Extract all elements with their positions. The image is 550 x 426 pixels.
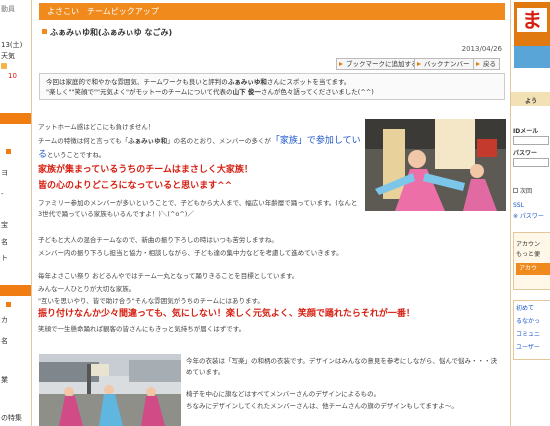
left-item-3[interactable]: 宝	[1, 220, 8, 230]
intro-text: さんにスポットを当てます。	[266, 78, 351, 86]
right-sidebar: ま よう IDメール パスワー 次回 SSL ※ パスワー アカウン もっと便 …	[510, 0, 550, 426]
paragraph: "互いを思いやり、皆で助け合う"そんな雰囲気がうちのチームにはあります。	[38, 297, 264, 305]
left-section-bar-2	[0, 285, 31, 296]
left-temp-text: 10	[8, 72, 17, 80]
paragraph: みんな一人ひとりが大切な家族。	[38, 285, 136, 293]
arrow-right-icon	[476, 62, 480, 66]
links-box: 初めて るなかっ コミュニ ユーザー	[513, 300, 550, 360]
left-bullet-icon	[6, 149, 11, 154]
intro-text: "楽しく""笑顔で""元気よく"がモットーのチームについて代表の	[46, 88, 233, 96]
paragraph: 今年の衣装は「写楽」の和柄の衣装です。デザインはみんなの意見を参考にしながら、悩…	[186, 357, 498, 365]
paragraph: チームの特徴は何と言っても「ふぁみぃゆ和」の名のとおり、メンバーの多くが「家族」…	[38, 136, 361, 146]
paragraph: ファミリー参加のメンバーが多いということで、子どもから大人まで、幅広い年齢層で踊…	[38, 199, 358, 207]
paragraph: 椅子を中心に旗などはすべてメンバーさんのデザインによるもの。	[186, 390, 381, 398]
paragraph: 3世代で踊っている家族もいるんですよ！)＼(^o^)／	[38, 210, 194, 218]
left-item-6[interactable]: カ	[1, 315, 8, 325]
link-4[interactable]: ユーザー	[516, 342, 540, 351]
account-text: もっと便	[516, 251, 541, 258]
paragraph: ちなみにデザインしてくれたメンバーさんは、他チームさんの旗のデザインもしてますよ…	[186, 402, 458, 410]
left-item-9[interactable]: の特集	[1, 413, 22, 423]
left-sidebar: 動員 13(土) 天気 10 ヨ - 宝 名 ト カ 名 業 の特集	[0, 0, 32, 426]
team-title: ふぁみぃゆ和(ふぁみぃゆ なごみ)	[42, 27, 172, 38]
intro-text: 今回は家庭的で和やかな雰囲気、チームワークも良いと評判の	[46, 78, 228, 86]
login-header-text: よう	[525, 98, 538, 105]
banner-title: よさこい チームピックアップ	[47, 7, 159, 16]
left-weather-label: 天気	[1, 52, 15, 60]
back-number-button[interactable]: バックナンバー	[414, 58, 474, 70]
paragraph-team-name: ふぁみぃゆ和	[128, 137, 168, 145]
left-item-2[interactable]: -	[1, 190, 4, 198]
intro-line-2: "楽しく""笑顔で""元気よく"がモットーのチームについて代表の山下 俊一さんが…	[46, 87, 498, 97]
password-input[interactable]	[513, 158, 549, 167]
parade-photo	[39, 354, 181, 426]
paragraph: 毎年よさこい祭り おどるんやではチーム一丸となって踊りきることを目標としています…	[38, 272, 299, 280]
paragraph-text: 」の名のとおり、メンバーの多くが	[167, 137, 271, 145]
highlight-red-text: 家族が集まっているうちのチームはまさしく大家族！	[38, 165, 253, 175]
id-label: IDメール	[513, 128, 539, 135]
left-section-bar	[0, 113, 31, 124]
auto-login-checkbox[interactable]	[513, 188, 518, 193]
paragraph: 子どもと大人の混合チームなので、新曲の振り下ろしの時はいつも苦労しますね。	[38, 236, 278, 244]
post-date: 2013/04/26	[461, 45, 502, 53]
bookmark-button[interactable]: ブックマークに追加する	[336, 58, 422, 70]
password-reminder-link[interactable]: ※ パスワー	[513, 211, 544, 220]
arrow-right-icon	[339, 62, 343, 66]
left-bullet-icon-2	[6, 302, 11, 307]
account-button[interactable]: アカウ	[516, 263, 550, 275]
section-banner: よさこい チームピックアップ	[39, 3, 505, 20]
title-marker-icon	[42, 29, 47, 34]
left-date-text: 13(土)	[1, 41, 23, 49]
left-item-7[interactable]: 名	[1, 336, 8, 346]
site-logo: ま	[514, 2, 550, 68]
link-1[interactable]: 初めて	[516, 303, 534, 312]
left-sidebar-text: 動員	[1, 5, 15, 13]
page: { "left_sidebar": { "item0": "動員", "item…	[0, 0, 550, 426]
left-item-5[interactable]: ト	[1, 253, 8, 263]
ssl-link[interactable]: SSL	[513, 202, 524, 209]
link-2[interactable]: るなかっ	[516, 316, 540, 325]
team-title-text: ふぁみぃゆ和(ふぁみぃゆ なごみ)	[50, 28, 173, 37]
weather-icon	[1, 63, 7, 69]
intro-team-name: ふぁみぃゆ和	[227, 78, 267, 86]
paragraph: 笑顔で一生懸命踊れば観客の皆さんにもきっと気持ちが届くはずです。	[38, 325, 246, 333]
paragraph: アットホーム感はどこにも負けません！	[38, 123, 155, 131]
left-item-8[interactable]: 業	[1, 375, 8, 385]
id-input[interactable]	[513, 136, 549, 145]
left-item-4[interactable]: 名	[1, 237, 8, 247]
paragraph-text: チームの特徴は何と言っても「	[38, 137, 129, 145]
back-number-button-label: バックナンバー	[424, 60, 470, 68]
account-text: アカウン	[516, 241, 541, 248]
paragraph-text: ということですね。	[47, 151, 106, 159]
password-label: パスワー	[513, 150, 538, 157]
paragraph: るということですね。	[38, 150, 105, 160]
highlight-blue-text: 「家族」で参加してい	[270, 136, 361, 146]
arrow-right-icon	[417, 62, 421, 66]
highlight-blue-text: る	[38, 150, 48, 160]
account-box: アカウン もっと便 アカウ	[513, 232, 550, 290]
dance-photo	[365, 119, 506, 211]
intro-box: 今回は家庭的で和やかな雰囲気、チームワークも良いと評判のふぁみぃゆ和さんにスポッ…	[39, 73, 505, 100]
auto-login-label: 次回	[520, 188, 533, 195]
back-button[interactable]: 戻る	[473, 58, 500, 70]
bookmark-button-label: ブックマークに追加する	[346, 60, 418, 68]
logo-text: ま	[517, 8, 547, 32]
intro-line-1: 今回は家庭的で和やかな雰囲気、チームワークも良いと評判のふぁみぃゆ和さんにスポッ…	[46, 77, 498, 87]
paragraph: メンバー内の振り下ろし担当と協力・相談しながら、子ども達の集中力などを考慮して進…	[38, 249, 343, 257]
intro-rep-name: 山下 俊一	[232, 88, 261, 96]
main-content: よさこい チームピックアップ ふぁみぃゆ和(ふぁみぃゆ なごみ) 2013/04…	[34, 0, 508, 426]
back-button-label: 戻る	[483, 60, 496, 68]
logo-band	[514, 46, 550, 68]
left-item-1[interactable]: ヨ	[1, 168, 8, 178]
highlight-red-text: 振り付けなんか少々間違っても、気にしない！楽しく元気よく、笑顔で踊れたらそれが一…	[38, 309, 415, 319]
link-3[interactable]: コミュニ	[516, 329, 540, 338]
paragraph: めています。	[186, 368, 225, 376]
intro-text: さんが色々語ってくださいました(^^)	[260, 88, 374, 96]
highlight-red-text: 皆の心のよりどころになっていると思います^^	[38, 181, 233, 191]
